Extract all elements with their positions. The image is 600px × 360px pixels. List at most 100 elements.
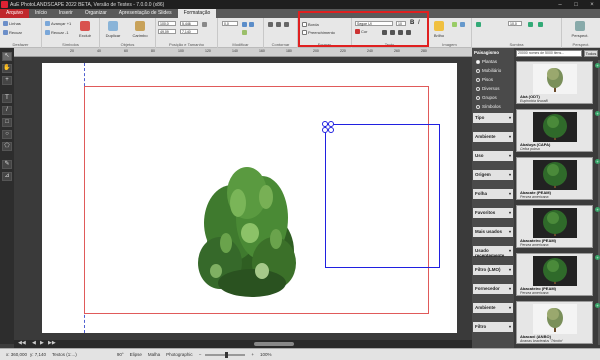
type-radio[interactable]: Diversos xyxy=(476,86,500,91)
rotate-icon[interactable] xyxy=(242,22,247,27)
filter-dropdown[interactable]: Filtro (LMO) xyxy=(473,265,513,275)
filter-dropdown[interactable]: Mais usados xyxy=(473,227,513,237)
undo-lines-button[interactable]: Linhas xyxy=(3,21,21,26)
status-angle[interactable]: 90° xyxy=(117,352,124,357)
group-contornar: Contornar xyxy=(264,18,298,48)
page-next-icon[interactable]: ▶ xyxy=(40,340,44,346)
eyedropper-tool-icon[interactable]: ✎ xyxy=(2,160,12,169)
send-backward-button[interactable]: Recuar -1 xyxy=(45,30,69,35)
maximize-icon[interactable]: □ xyxy=(568,2,584,8)
library-search-input[interactable]: 20000 nomes de 5000 itens... xyxy=(516,50,582,57)
plant-card[interactable]: Abacate (PEAM) Persea americana xyxy=(516,157,593,200)
height-field[interactable]: 7,140 xyxy=(180,29,198,34)
shadow-blur-icon[interactable] xyxy=(528,22,533,27)
line-tool-icon[interactable]: / xyxy=(2,106,12,115)
pointer-tool-icon[interactable]: ↖ xyxy=(2,52,12,61)
shadow-offset-field[interactable]: 10,0 xyxy=(508,21,522,26)
filter-dropdown[interactable]: Usado recentemente xyxy=(473,246,513,258)
plant-card[interactable]: Abaluya (CAPA) Ceiba pubsa xyxy=(516,109,593,152)
tab-formata-o[interactable]: Formatação xyxy=(177,9,217,18)
bring-forward-button[interactable]: Avançar +1 xyxy=(45,21,71,26)
plant-card[interactable]: Abacaxi (ANBO) Ananas bracteatus 'Tricolo… xyxy=(516,301,593,344)
tab-inserir[interactable]: Inserir xyxy=(53,9,79,18)
filter-dropdown[interactable]: Fornecedor xyxy=(473,284,513,294)
add-plant-icon[interactable]: + xyxy=(595,159,600,164)
delete-icon[interactable] xyxy=(80,21,90,31)
filter-dropdown[interactable]: Favoritos xyxy=(473,208,513,218)
title-bar: AuE PhotoLANDSCAPE 2022 BETA, Versão de … xyxy=(0,0,600,9)
rect-tool-icon[interactable]: □ xyxy=(2,118,12,127)
type-radio[interactable]: Mobiliário xyxy=(476,68,501,73)
page-first-icon[interactable]: ◀◀ xyxy=(18,340,26,346)
shadow-color-icon[interactable] xyxy=(538,22,543,27)
status-mode[interactable]: Photographic xyxy=(166,352,193,357)
width-field[interactable]: 5,446 xyxy=(180,21,198,26)
plant-card[interactable]: Abacateiro (PEAM) Persea americana xyxy=(516,205,593,248)
ellipse-tool-icon[interactable]: ○ xyxy=(2,130,12,139)
stamp-icon[interactable] xyxy=(135,21,145,31)
type-radio[interactable]: Grupos xyxy=(476,95,497,100)
duplicate-icon[interactable] xyxy=(108,21,118,31)
add-plant-icon[interactable]: + xyxy=(595,255,600,260)
horizontal-scrollbar[interactable]: ◀◀ ◀ ▶ ▶▶ xyxy=(14,340,472,348)
plant-card[interactable]: Abá (ODT) Euphorbia tirucalli xyxy=(516,61,593,104)
minimize-icon[interactable]: – xyxy=(552,2,568,8)
lock-aspect-icon[interactable] xyxy=(202,22,207,27)
add-plant-icon[interactable]: + xyxy=(595,63,600,68)
plant-card[interactable]: Abacateiro (PEAM) Persea americana xyxy=(516,253,593,296)
scroll-thumb[interactable] xyxy=(254,342,294,346)
contrast-icon[interactable] xyxy=(452,22,457,27)
outline-style-icon[interactable] xyxy=(284,22,289,27)
filter-dropdown[interactable]: Ambiente xyxy=(473,132,513,142)
filter-dropdown[interactable]: Filtro xyxy=(473,322,513,332)
close-icon[interactable]: × xyxy=(584,2,600,8)
canvas-area[interactable] xyxy=(14,57,472,340)
hand-tool-icon[interactable]: ✋ xyxy=(2,64,12,73)
pos-y-field[interactable]: 49,09 xyxy=(158,29,176,34)
outline-width-icon[interactable] xyxy=(276,22,281,27)
zoom-tool-icon[interactable]: + xyxy=(2,76,12,85)
text-tool-icon[interactable]: T xyxy=(2,94,12,103)
page-prev-icon[interactable]: ◀ xyxy=(32,340,36,346)
polygon-tool-icon[interactable]: ⬠ xyxy=(2,142,12,151)
zoom-in-icon[interactable]: + xyxy=(251,352,254,357)
type-radio[interactable]: Plantas xyxy=(476,59,497,64)
mirror-icon[interactable] xyxy=(242,30,247,35)
status-layer[interactable]: Textos (1:...) xyxy=(52,352,77,357)
selection-rectangle[interactable] xyxy=(325,124,440,268)
filter-dropdown[interactable]: Origem xyxy=(473,170,513,180)
add-plant-icon[interactable]: + xyxy=(595,207,600,212)
page-last-icon[interactable]: ▶▶ xyxy=(48,340,56,346)
group-objetos: Duplicar Carimbo Objetos xyxy=(100,18,156,48)
undo-recuar-button[interactable]: Recuar xyxy=(3,30,22,35)
outline-icon[interactable] xyxy=(268,22,273,27)
filter-dropdown[interactable]: Folha xyxy=(473,189,513,199)
status-snap[interactable]: Elipse xyxy=(130,352,142,357)
tab-apresenta-o-de-slides[interactable]: Apresentação de Slides xyxy=(113,9,178,18)
perspective-icon[interactable] xyxy=(575,21,585,31)
tab-arquivo[interactable]: Arquivo xyxy=(0,9,29,18)
filter-dropdown[interactable]: Tipo xyxy=(473,113,513,123)
flip-icon[interactable] xyxy=(249,22,254,27)
plant-image[interactable] xyxy=(192,163,302,299)
type-radio[interactable]: Pisos xyxy=(476,77,493,82)
status-grid[interactable]: Malha xyxy=(148,352,160,357)
filter-dropdown[interactable]: Uso xyxy=(473,151,513,161)
saturation-icon[interactable] xyxy=(460,22,465,27)
brightness-icon[interactable] xyxy=(434,21,444,31)
design-page[interactable] xyxy=(42,63,457,333)
tab-organizar[interactable]: Organizar xyxy=(79,9,113,18)
library-all-button[interactable]: Todos xyxy=(584,50,598,57)
shadow-icon[interactable] xyxy=(476,22,481,27)
resize-handle[interactable] xyxy=(328,127,334,133)
type-radio[interactable]: Símbolos xyxy=(476,104,501,109)
angle-field[interactable]: 0,0 xyxy=(222,21,238,26)
filter-dropdown[interactable]: Ambiente xyxy=(473,303,513,313)
add-plant-icon[interactable]: + xyxy=(595,111,600,116)
zoom-out-icon[interactable]: − xyxy=(199,352,202,357)
zoom-slider[interactable] xyxy=(205,351,246,358)
measure-tool-icon[interactable]: ⊿ xyxy=(2,172,12,181)
add-plant-icon[interactable]: + xyxy=(595,303,600,308)
pos-x-field[interactable]: 100,0 xyxy=(158,21,176,26)
tab-in-cio[interactable]: Início xyxy=(29,9,53,18)
